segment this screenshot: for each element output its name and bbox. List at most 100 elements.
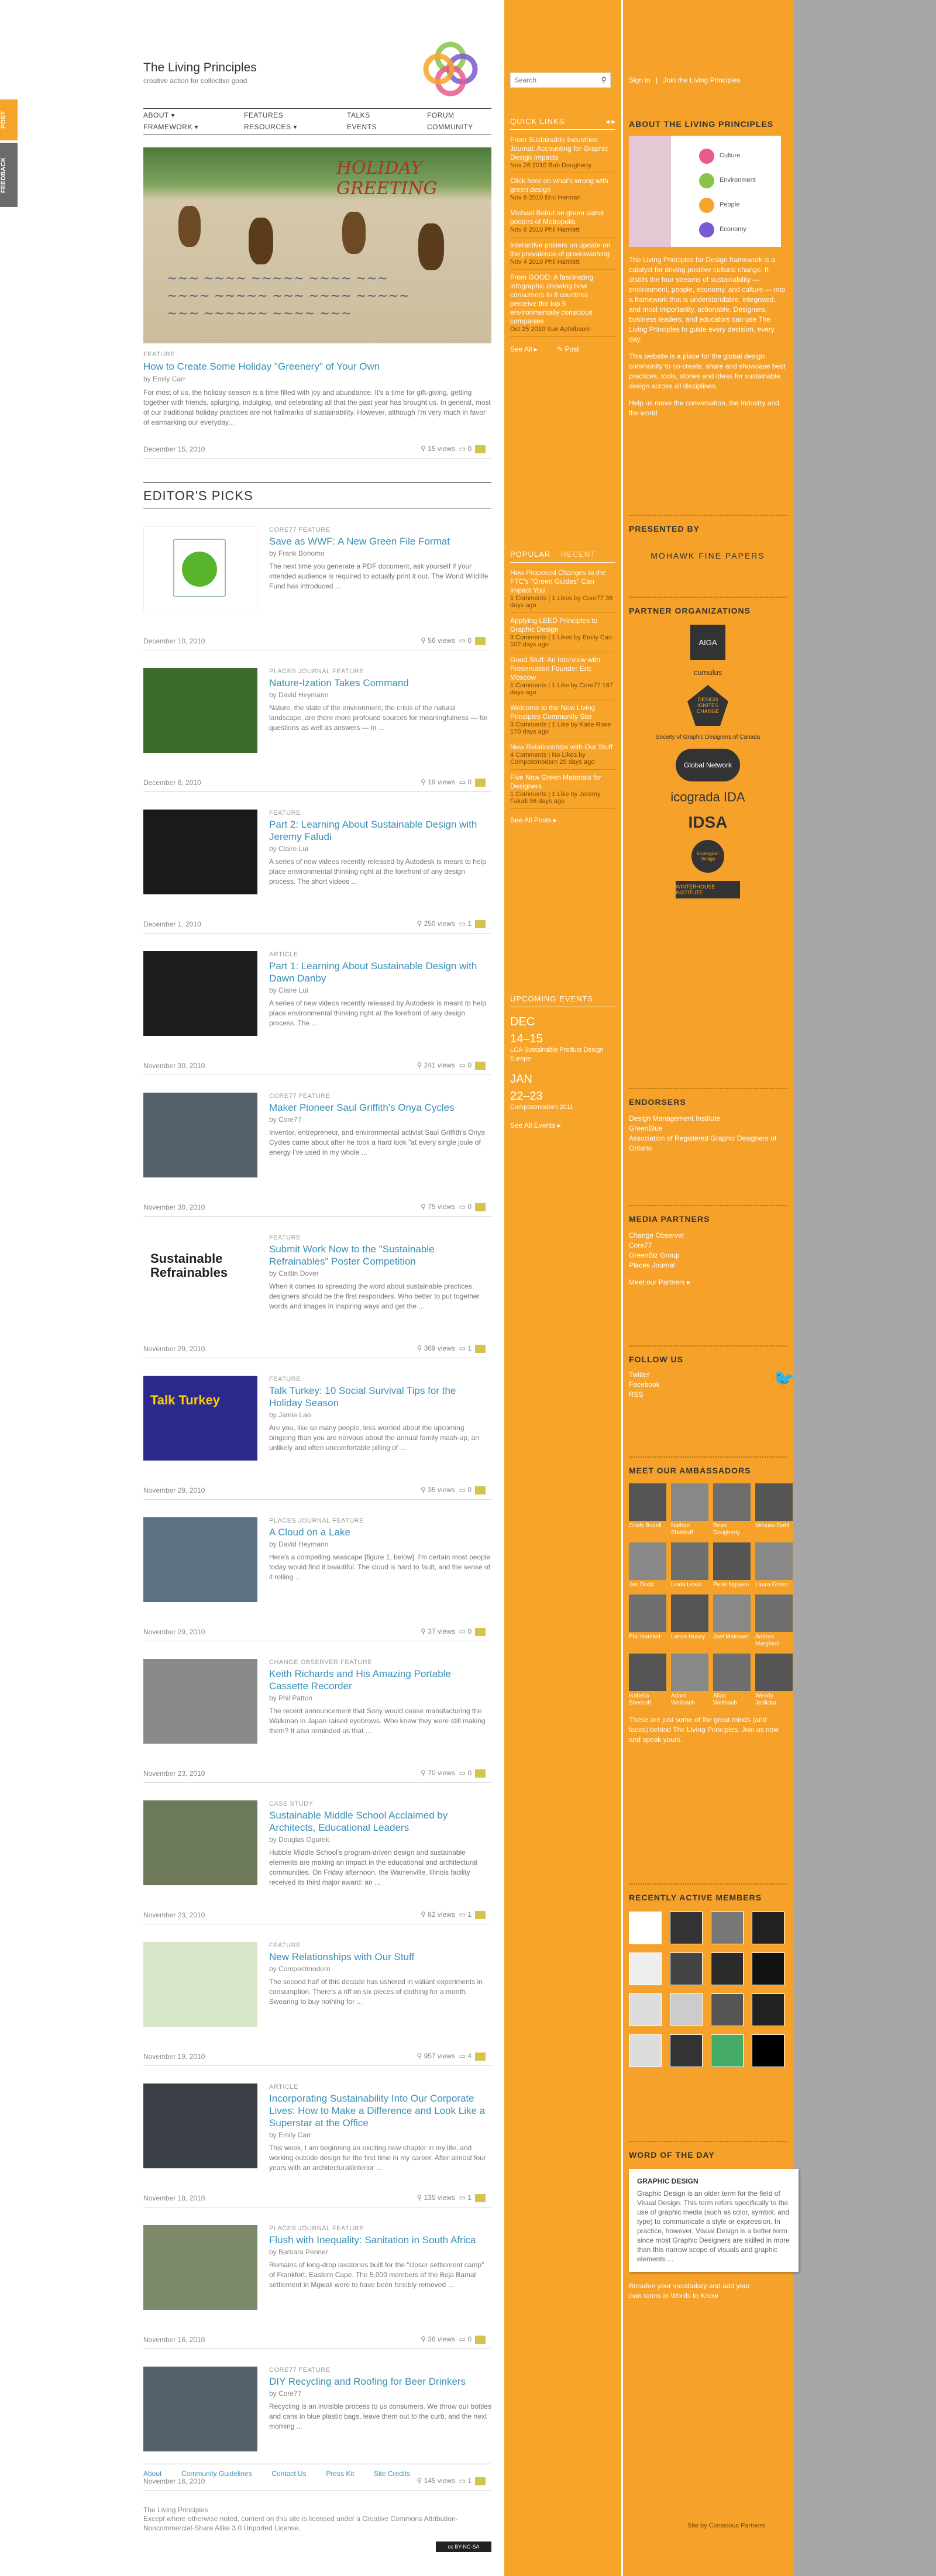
article-author[interactable]: by Compostmodern <box>269 1965 491 1973</box>
share-icon[interactable] <box>475 778 486 787</box>
ambassador-name[interactable]: Wendy Jedlicka <box>755 1693 793 1707</box>
article-comments[interactable]: 1 <box>467 1344 472 1352</box>
article-comments[interactable]: 0 <box>467 1061 472 1069</box>
quick-link-text[interactable]: From Sustainable Industries Journal: Acc… <box>510 136 615 162</box>
comment-icon[interactable]: ▭ <box>459 1627 466 1635</box>
article-comments[interactable]: 4 <box>467 2052 472 2060</box>
ambassador-name[interactable]: Lance Hosey <box>671 1634 708 1641</box>
ambassador-avatar[interactable] <box>755 1483 793 1521</box>
share-icon[interactable] <box>475 1769 486 1778</box>
quick-link-item[interactable]: Click here on what's wrong with green de… <box>510 177 615 205</box>
member-avatar[interactable] <box>629 1952 662 1985</box>
facebook-link[interactable]: Facebook <box>629 1380 787 1390</box>
quick-link-text[interactable]: Click here on what's wrong with green de… <box>510 177 615 194</box>
share-icon[interactable] <box>475 2335 486 2344</box>
ambassador[interactable]: Isabella Shedroff <box>629 1654 666 1707</box>
share-icon[interactable] <box>475 636 486 645</box>
share-icon[interactable] <box>475 1061 486 1070</box>
ambassador[interactable]: Joel Makower <box>713 1594 751 1648</box>
comment-icon[interactable]: ▭ <box>459 636 466 645</box>
article-thumbnail[interactable] <box>143 1942 257 2027</box>
share-icon[interactable] <box>475 1910 486 1919</box>
share-icon[interactable] <box>475 1627 486 1636</box>
member-avatar[interactable] <box>670 2034 703 2067</box>
article-author[interactable]: by Barbara Penner <box>269 2248 491 2256</box>
article-thumbnail[interactable]: Sustainable Refrainables <box>143 1234 257 1319</box>
nav-talks[interactable]: TALKS <box>347 111 370 119</box>
quick-links-post[interactable]: ✎ Post <box>557 345 579 353</box>
ambassador-avatar[interactable] <box>755 1542 793 1580</box>
article-author[interactable]: by Phil Patton <box>269 1694 491 1702</box>
hero-image[interactable]: HOLIDAY GREETING ~~~ ~~~~ ~~~~~ ~~~~ ~~~… <box>143 147 491 343</box>
ambassador[interactable]: Peter Nguyen <box>713 1542 751 1589</box>
comment-icon[interactable]: ▭ <box>459 2335 466 2343</box>
article-title[interactable]: Incorporating Sustainability Into Our Co… <box>269 2092 491 2129</box>
member-avatar[interactable] <box>711 1912 744 1944</box>
ambassador-name[interactable]: Peter Nguyen <box>713 1582 751 1589</box>
nav-about[interactable]: ABOUT ▾ <box>143 111 175 119</box>
article-title[interactable]: Maker Pioneer Saul Griffith's Onya Cycle… <box>269 1101 491 1114</box>
article-comments[interactable]: 0 <box>467 1627 472 1635</box>
ambassador-name[interactable]: Isabella Shedroff <box>629 1693 666 1707</box>
share-icon[interactable] <box>475 919 486 928</box>
article-comments[interactable]: 0 <box>467 636 472 645</box>
ambassador-name[interactable]: Laura Gross <box>755 1582 793 1589</box>
ambassador-name[interactable]: Joel Makower <box>713 1634 751 1641</box>
partner-logo-winterhouse[interactable]: WINTERHOUSE INSTITUTE <box>676 881 740 898</box>
member-avatar[interactable] <box>711 2034 744 2067</box>
ambassador-avatar[interactable] <box>629 1542 666 1580</box>
article-title[interactable]: A Cloud on a Lake <box>269 1526 491 1538</box>
hero-author[interactable]: by Emily Carr <box>143 375 491 383</box>
rss-link[interactable]: RSS <box>629 1390 787 1400</box>
ambassador[interactable]: Brian Dougherty <box>713 1483 751 1537</box>
ambassador-name[interactable]: Jen Dodd <box>629 1582 666 1589</box>
ambassador-name[interactable]: Brian Dougherty <box>713 1523 751 1537</box>
footer-link-guidelines[interactable]: Community Guidelines <box>181 2470 252 2478</box>
share-icon[interactable] <box>475 2193 486 2202</box>
ambassador-avatar[interactable] <box>629 1483 666 1521</box>
article-thumbnail[interactable]: Talk Turkey <box>143 1376 257 1461</box>
article-title[interactable]: DIY Recycling and Roofing for Beer Drink… <box>269 2375 491 2388</box>
member-avatar[interactable] <box>752 1993 784 2026</box>
event-name[interactable]: Compostmodern 2011 <box>510 1103 615 1112</box>
member-avatar[interactable] <box>711 1952 744 1985</box>
member-avatar[interactable] <box>629 1912 662 1944</box>
member-avatar[interactable] <box>629 2034 662 2067</box>
footer-link-press[interactable]: Press Kit <box>326 2470 354 2478</box>
article-author[interactable]: by Core77 <box>269 2389 491 2398</box>
site-brand[interactable]: The Living Principles creative action fo… <box>143 61 257 85</box>
share-icon[interactable] <box>475 1486 486 1494</box>
article-thumbnail[interactable] <box>143 2367 257 2451</box>
article-author[interactable]: by Emily Carr <box>269 2131 491 2139</box>
comment-icon[interactable]: ▭ <box>459 1203 466 1211</box>
tab-recent[interactable]: RECENT <box>561 550 596 559</box>
article-thumbnail[interactable] <box>143 1517 257 1602</box>
quick-link-item[interactable]: From Sustainable Industries Journal: Acc… <box>510 136 615 173</box>
site-credit[interactable]: Site by Conscious Partners <box>687 2522 765 2529</box>
member-avatar[interactable] <box>629 1993 662 2026</box>
popular-see-all[interactable]: See All Posts ▸ <box>510 816 615 824</box>
article-thumbnail[interactable] <box>143 668 257 753</box>
ambassador-avatar[interactable] <box>713 1483 751 1521</box>
member-avatar[interactable] <box>752 2034 784 2067</box>
ambassador-avatar[interactable] <box>629 1654 666 1691</box>
article-comments[interactable]: 0 <box>467 2335 472 2343</box>
comment-icon[interactable]: ▭ <box>459 1910 466 1919</box>
event-item[interactable]: JAN 22–23 Compostmodern 2011 <box>510 1073 615 1112</box>
ambassador-avatar[interactable] <box>671 1542 708 1580</box>
ambassador[interactable]: Mitsuko Dahl <box>755 1483 793 1537</box>
ambassador-name[interactable]: Andrea Marghesi <box>755 1634 793 1648</box>
popular-item[interactable]: Five New Green Materials for Designers 1 … <box>510 773 615 809</box>
article-author[interactable]: by Claire Lui <box>269 845 491 853</box>
feedback-tab[interactable]: FEEDBACK <box>0 143 18 207</box>
framework-diagram[interactable]: Culture Environment People Economy <box>629 136 781 247</box>
article-comments[interactable]: 0 <box>467 1769 472 1777</box>
join-link[interactable]: Join the Living Principles <box>663 76 741 84</box>
media-link[interactable]: Core77 <box>629 1241 787 1251</box>
article-thumbnail[interactable] <box>143 2225 257 2310</box>
article-title[interactable]: Nature-Ization Takes Command <box>269 677 491 689</box>
ambassador[interactable]: Cindy Boxell <box>629 1483 666 1537</box>
footer-link-credits[interactable]: Site Credits <box>374 2470 410 2478</box>
endorser-link[interactable]: Design Management Institute <box>629 1114 787 1124</box>
article-comments[interactable]: 1 <box>467 1910 472 1919</box>
